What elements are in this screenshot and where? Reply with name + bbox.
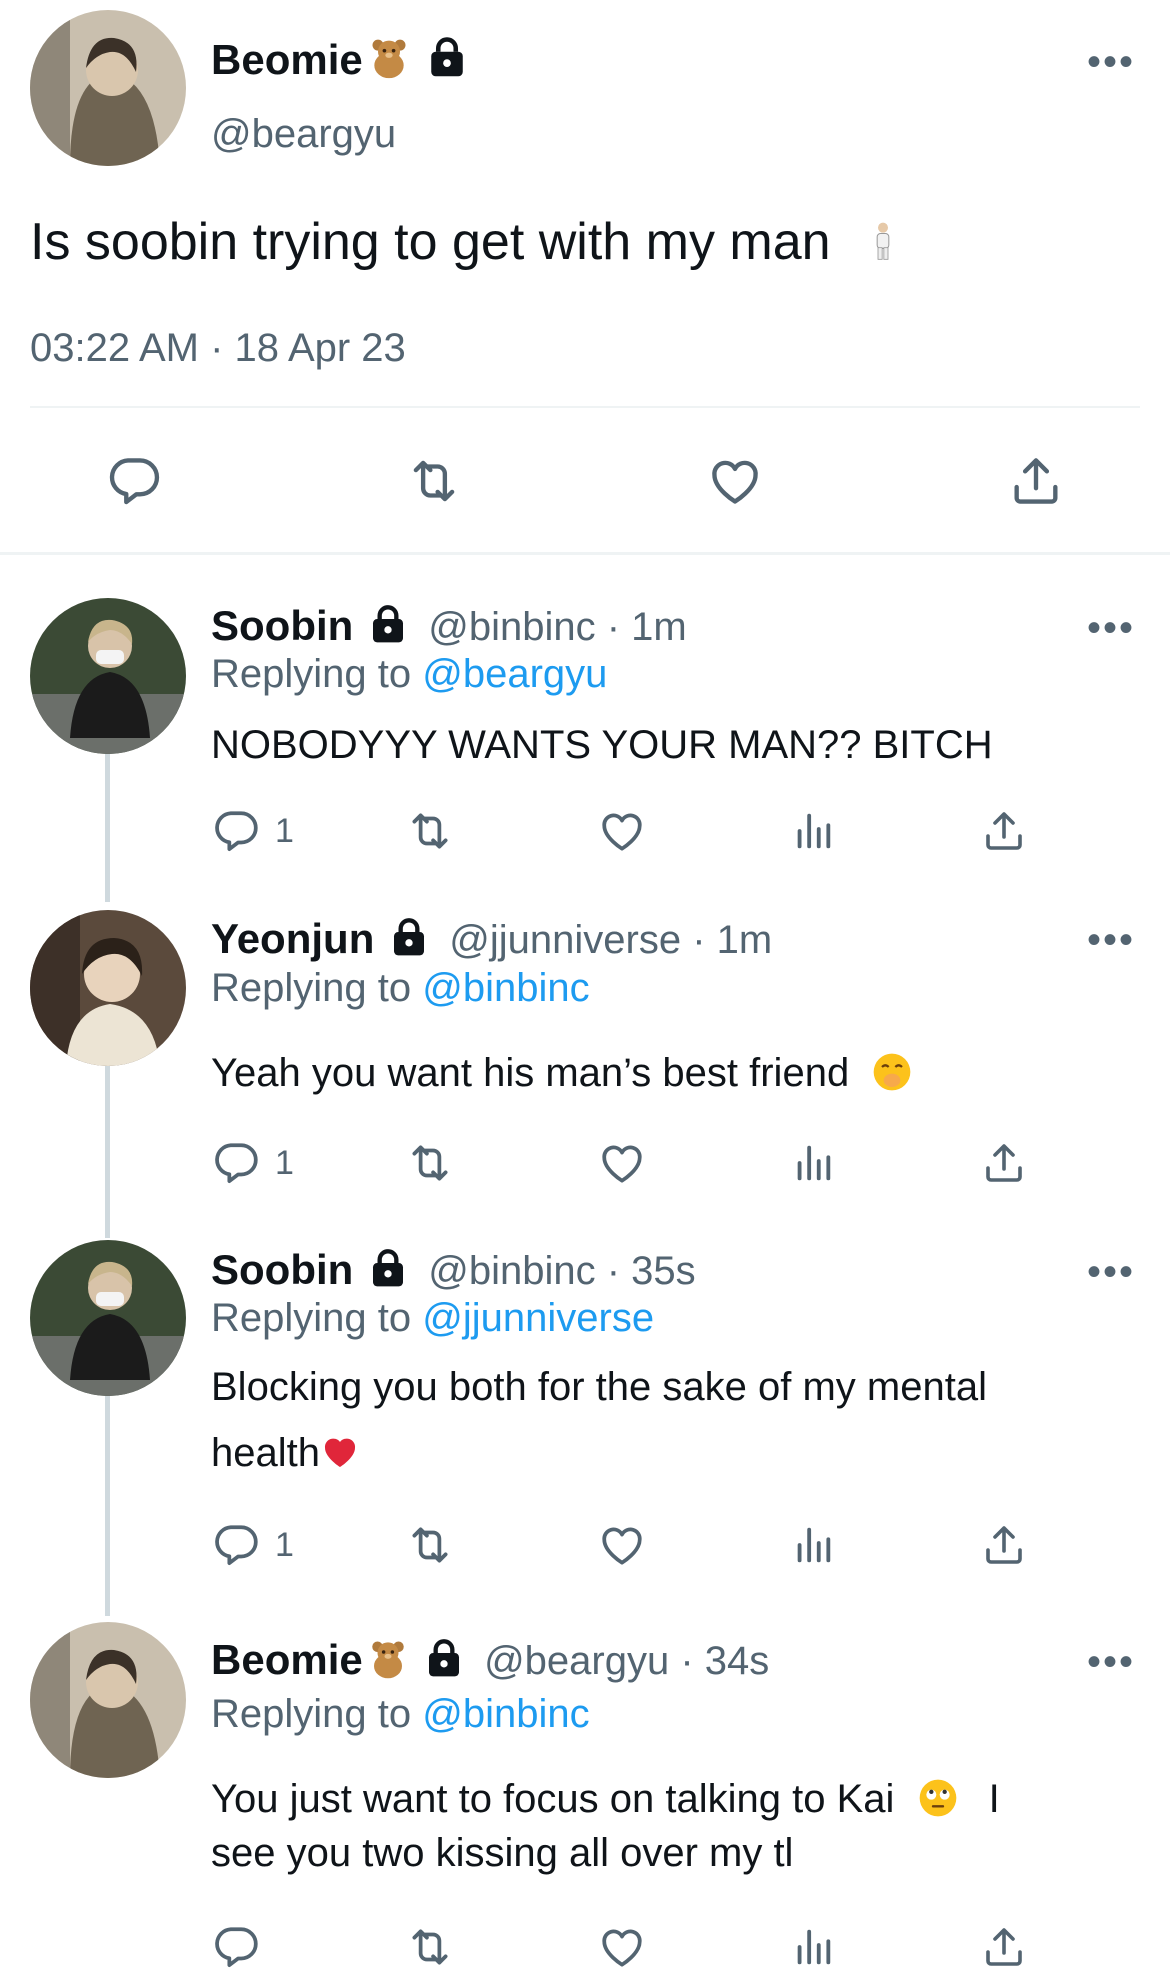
- more-options-icon[interactable]: •••: [1087, 606, 1135, 651]
- handle-and-time[interactable]: @jjunniverse · 1m: [449, 918, 772, 962]
- views-button[interactable]: [790, 1520, 836, 1570]
- tweet-text-row: Is soobin trying to get with my man: [30, 212, 903, 272]
- more-options-icon[interactable]: •••: [1087, 918, 1135, 963]
- handle-and-time[interactable]: @binbinc · 1m: [428, 605, 686, 649]
- timestamp[interactable]: 03:22 AM · 18 Apr 23: [30, 326, 406, 371]
- replying-to: Replying to @jjunniverse: [211, 1296, 655, 1340]
- like-button[interactable]: [596, 806, 648, 856]
- avatar[interactable]: [30, 10, 186, 166]
- share-button[interactable]: [1007, 452, 1065, 510]
- like-button[interactable]: [596, 1922, 648, 1972]
- replying-to: Replying to @beargyu: [211, 652, 608, 696]
- retweet-button[interactable]: [402, 806, 458, 856]
- teddy-bear-icon: [367, 36, 411, 80]
- avatar[interactable]: [30, 1622, 186, 1778]
- retweet-button[interactable]: [402, 1138, 458, 1188]
- mention-link[interactable]: @jjunniverse: [422, 1296, 654, 1340]
- reply-text-line-2: health: [211, 1431, 320, 1475]
- teddy-bear-icon: [367, 1638, 409, 1680]
- avatar[interactable]: [30, 910, 186, 1066]
- views-button[interactable]: [790, 806, 836, 856]
- mention-link[interactable]: @beargyu: [422, 652, 607, 696]
- author-row: Beomie @beargyu · 34s: [211, 1636, 769, 1684]
- reply-button[interactable]: [211, 1922, 261, 1972]
- reply-text-line-1: You just want to focus on talking to Kai: [211, 1777, 895, 1821]
- mention-link[interactable]: @binbinc: [422, 1692, 589, 1736]
- reply-count: 1: [275, 1525, 294, 1564]
- mention-link[interactable]: @binbinc: [422, 966, 589, 1010]
- reply-text-line-1-end: I: [988, 1777, 1000, 1821]
- lock-icon: [426, 36, 468, 78]
- reply-text-row: Yeah you want his man’s best friend: [211, 1040, 912, 1106]
- reply-count: 1: [275, 1143, 294, 1182]
- section-divider: [0, 552, 1170, 555]
- display-name[interactable]: Beomie: [211, 1636, 363, 1683]
- standing-person-icon: [863, 213, 903, 269]
- avatar[interactable]: [30, 1240, 186, 1396]
- author-row: Beomie: [211, 36, 468, 84]
- author-row: Yeonjun @jjunniverse · 1m: [211, 915, 772, 963]
- retweet-button[interactable]: [402, 1922, 458, 1972]
- reply-text-line-2-row: health: [211, 1420, 360, 1486]
- thread-line: [105, 754, 110, 902]
- more-options-icon[interactable]: •••: [1087, 1250, 1135, 1295]
- reply-button[interactable]: 1: [211, 1138, 294, 1188]
- author-row: Soobin @binbinc · 1m: [211, 602, 687, 650]
- share-button[interactable]: [980, 806, 1028, 856]
- lock-icon: [389, 917, 429, 957]
- replying-to: Replying to @binbinc: [211, 966, 590, 1010]
- views-button[interactable]: [790, 1138, 836, 1188]
- thread-line: [105, 1066, 110, 1238]
- lock-icon: [424, 1638, 464, 1678]
- share-button[interactable]: [980, 1138, 1028, 1188]
- share-button[interactable]: [980, 1520, 1028, 1570]
- more-options-icon[interactable]: •••: [1087, 40, 1135, 85]
- reply-button[interactable]: 1: [211, 806, 294, 856]
- share-button[interactable]: [980, 1922, 1028, 1972]
- handle-and-time[interactable]: @binbinc · 35s: [428, 1249, 695, 1293]
- lock-icon: [368, 604, 408, 644]
- tweet-text: Is soobin trying to get with my man: [30, 213, 831, 271]
- lock-icon: [368, 1248, 408, 1288]
- reply-count: 1: [275, 811, 294, 850]
- like-button[interactable]: [596, 1138, 648, 1188]
- handle-and-time[interactable]: @beargyu · 34s: [484, 1639, 769, 1683]
- reply-button[interactable]: [105, 452, 163, 510]
- display-name[interactable]: Beomie: [211, 36, 363, 83]
- more-options-icon[interactable]: •••: [1087, 1640, 1135, 1685]
- red-heart-icon: [320, 1432, 360, 1472]
- reply-text-line-1: Blocking you both for the sake of my men…: [211, 1365, 987, 1409]
- handle[interactable]: @beargyu: [211, 112, 396, 157]
- display-name[interactable]: Soobin: [211, 1246, 353, 1293]
- retweet-button[interactable]: [402, 452, 466, 510]
- author-row: Soobin @binbinc · 35s: [211, 1246, 696, 1294]
- reply-text: NOBODYYY WANTS YOUR MAN?? BITCH: [211, 723, 993, 767]
- reply-text-line-2: see you two kissing all over my tl: [211, 1831, 794, 1875]
- like-button[interactable]: [596, 1520, 648, 1570]
- like-button[interactable]: [705, 452, 765, 510]
- face-with-hand-over-mouth-icon: [872, 1052, 912, 1092]
- thread-line: [105, 1396, 110, 1616]
- display-name[interactable]: Soobin: [211, 602, 353, 649]
- reply-text: Yeah you want his man’s best friend: [211, 1051, 850, 1095]
- divider: [30, 406, 1140, 408]
- display-name[interactable]: Yeonjun: [211, 915, 374, 962]
- avatar[interactable]: [30, 598, 186, 754]
- views-button[interactable]: [790, 1922, 836, 1972]
- face-with-rolling-eyes-icon: [918, 1778, 958, 1818]
- retweet-button[interactable]: [402, 1520, 458, 1570]
- replying-to: Replying to @binbinc: [211, 1692, 590, 1736]
- reply-button[interactable]: 1: [211, 1520, 294, 1570]
